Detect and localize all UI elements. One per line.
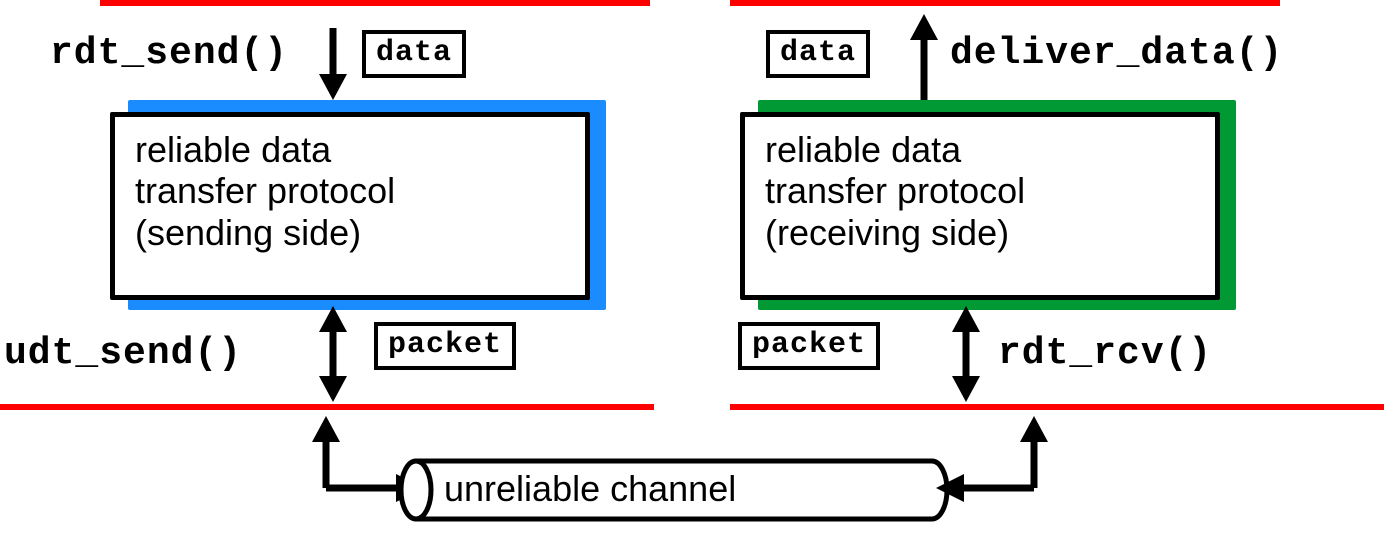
data-label-left: data bbox=[376, 36, 452, 70]
udt-send-label: udt_send() bbox=[4, 332, 242, 375]
left-box-line1: reliable data bbox=[135, 129, 565, 170]
right-box-line1: reliable data bbox=[765, 129, 1195, 170]
packet-label-right: packet bbox=[752, 328, 866, 362]
mid-left-redline bbox=[0, 404, 654, 410]
data-box-left: data bbox=[362, 30, 466, 78]
left-protocol-box: reliable data transfer protocol (sending… bbox=[110, 112, 590, 300]
arrow-up-right bbox=[904, 12, 944, 104]
packet-box-right: packet bbox=[738, 322, 880, 370]
top-right-redline bbox=[730, 0, 1280, 6]
left-box-line2: transfer protocol bbox=[135, 170, 565, 211]
mid-right-redline bbox=[730, 404, 1384, 410]
data-box-right: data bbox=[766, 30, 870, 78]
right-box-line2: transfer protocol bbox=[765, 170, 1195, 211]
double-arrow-left bbox=[313, 304, 353, 404]
top-left-redline bbox=[100, 0, 650, 6]
rdt-rcv-label: rdt_rcv() bbox=[998, 332, 1212, 375]
double-arrow-right bbox=[946, 304, 986, 404]
right-protocol-box: reliable data transfer protocol (receivi… bbox=[740, 112, 1220, 300]
channel-label: unreliable channel bbox=[444, 468, 736, 510]
unreliable-channel: unreliable channel bbox=[398, 458, 950, 522]
arrow-down-left bbox=[313, 24, 353, 104]
packet-label-left: packet bbox=[388, 328, 502, 362]
rdt-send-label: rdt_send() bbox=[50, 32, 288, 75]
packet-box-left: packet bbox=[374, 322, 516, 370]
left-box-line3: (sending side) bbox=[135, 212, 565, 253]
right-box-line3: (receiving side) bbox=[765, 212, 1195, 253]
deliver-data-label: deliver_data() bbox=[950, 32, 1283, 75]
data-label-right: data bbox=[780, 36, 856, 70]
